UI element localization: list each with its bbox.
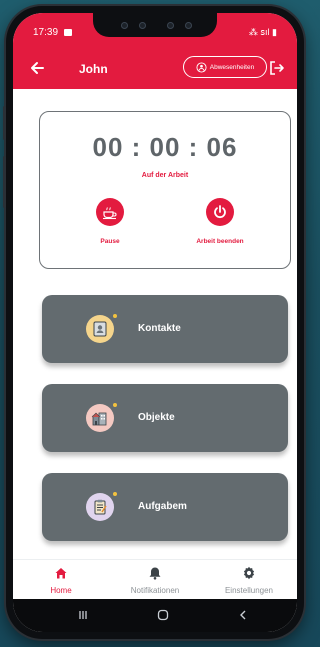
recent-apps-icon[interactable] (75, 608, 91, 624)
bell-icon (149, 567, 161, 580)
end-work-button[interactable]: Arbeit beenden (185, 198, 255, 245)
menu-label-tasks: Aufgabem (138, 501, 187, 512)
pause-circle[interactable] (96, 198, 124, 226)
app-bar: John Abwesenheiten (13, 49, 297, 89)
end-work-label: Arbeit beenden (196, 238, 244, 245)
side-button (3, 156, 6, 208)
camera-notch (93, 13, 217, 37)
menu-label-objects: Objekte (138, 412, 175, 423)
system-navigation (13, 599, 297, 632)
phone-frame: 17:39 ⁂ 𝗌ıl ▮ John Abwesenheiten 00: 00… (3, 6, 304, 639)
menu-card-tasks[interactable]: Aufgabem (42, 473, 288, 541)
screen: 17:39 ⁂ 𝗌ıl ▮ John Abwesenheiten 00: 00… (13, 13, 297, 632)
main-content: 00 : 00 : 06 Auf der Arbeit Pause Arbeit… (13, 89, 297, 559)
logout-icon[interactable] (269, 60, 285, 76)
coffee-break-icon (103, 207, 117, 220)
sensor-icon (139, 22, 146, 29)
nav-notifications-label: Notifikationen (130, 586, 180, 595)
bottom-navigation: Home Notifikationen Einstellungen (13, 559, 297, 600)
status-time: 17:39 (33, 27, 59, 38)
nav-notifications[interactable]: Notifikationen (115, 566, 195, 595)
pause-button[interactable]: Pause (75, 198, 145, 245)
status-image-icon (64, 29, 72, 36)
nav-home-label: Home (50, 586, 72, 595)
back-button-icon[interactable] (235, 608, 251, 624)
camera-icon (167, 22, 174, 29)
gear-icon (243, 566, 255, 580)
side-button (3, 106, 6, 140)
work-status: Auf der Arbeit (141, 172, 189, 179)
clipboard-icon (86, 492, 117, 521)
status-indicators: ⁂ 𝗌ıl ▮ (248, 27, 277, 37)
back-arrow-icon[interactable] (29, 60, 45, 76)
power-icon (214, 205, 226, 219)
timer-card: 00 : 00 : 06 Auf der Arbeit Pause Arbeit… (39, 111, 291, 269)
pause-label: Pause (100, 238, 120, 245)
page-title: John (79, 62, 108, 76)
sensor-icon (185, 22, 192, 29)
nav-settings[interactable]: Einstellungen (209, 566, 289, 595)
absence-icon (196, 61, 207, 73)
camera-icon (121, 22, 128, 29)
menu-label-contacts: Kontakte (138, 323, 181, 334)
menu-card-objects[interactable]: Objekte (42, 384, 288, 452)
absence-button-label: Abwesenheiten (209, 63, 255, 71)
nav-settings-label: Einstellungen (224, 586, 274, 595)
home-button-icon[interactable] (155, 608, 171, 624)
end-work-circle[interactable] (206, 198, 234, 226)
buildings-icon (86, 403, 117, 432)
menu-card-contacts[interactable]: Kontakte (42, 295, 288, 363)
work-timer: 00 : 00 : 06 (92, 132, 238, 162)
home-icon (55, 568, 67, 579)
contacts-icon (86, 314, 117, 343)
nav-home[interactable]: Home (21, 566, 101, 595)
absence-button[interactable]: Abwesenheiten (183, 56, 267, 78)
